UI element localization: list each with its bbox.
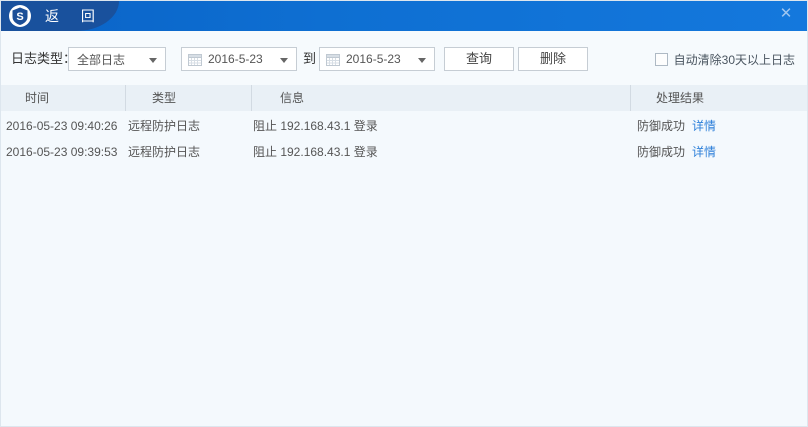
autoclean-checkbox[interactable] xyxy=(654,52,668,66)
cell-time: 2016-05-23 09:39:53 xyxy=(6,145,118,159)
log-type-label: 日志类型： xyxy=(11,51,77,66)
cell-result: 防御成功 详情 xyxy=(630,139,807,165)
table-header: 时间 类型 信息 处理结果 xyxy=(1,85,807,111)
chevron-down-icon xyxy=(149,58,157,63)
chevron-down-icon xyxy=(280,58,288,63)
chevron-down-icon xyxy=(418,58,426,63)
to-label: 到 xyxy=(303,51,317,66)
detail-link[interactable]: 详情 xyxy=(692,145,716,159)
close-icon[interactable]: ✕ xyxy=(773,1,799,27)
cell-info: 阻止 192.168.43.1 登录 xyxy=(253,119,378,133)
log-table: 时间 类型 信息 处理结果 2016-05-23 09:40:26 远程防护日志… xyxy=(1,85,807,165)
date-from-picker[interactable]: 2016-5-23 xyxy=(181,47,297,71)
column-header-type: 类型 xyxy=(125,85,251,111)
cell-result: 防御成功 详情 xyxy=(630,113,807,139)
date-to-picker[interactable]: 2016-5-23 xyxy=(319,47,435,71)
back-title[interactable]: 返 回 xyxy=(45,1,104,31)
table-row: 2016-05-23 09:39:53 远程防护日志 阻止 192.168.43… xyxy=(1,139,807,165)
detail-link[interactable]: 详情 xyxy=(692,119,716,133)
cell-time: 2016-05-23 09:40:26 xyxy=(6,119,118,133)
column-header-info: 信息 xyxy=(251,85,630,111)
cell-type: 远程防护日志 xyxy=(128,145,201,159)
delete-button[interactable]: 删除 xyxy=(518,47,588,71)
log-type-value: 全部日志 xyxy=(77,52,126,67)
column-header-time: 时间 xyxy=(25,91,50,105)
date-from-value: 2016-5-23 xyxy=(208,52,263,66)
log-type-select[interactable]: 全部日志 xyxy=(68,47,166,71)
autoclean-label: 自动清除30天以上日志 xyxy=(673,52,795,67)
calendar-icon xyxy=(326,53,340,66)
autoclean-toggle[interactable]: 自动清除30天以上日志 xyxy=(654,47,795,71)
table-row: 2016-05-23 09:40:26 远程防护日志 阻止 192.168.43… xyxy=(1,113,807,139)
query-button[interactable]: 查询 xyxy=(444,47,514,71)
filter-bar: 日志类型： 全部日志 2016-5-23 到 2016-5-23 查询 删除 自… xyxy=(1,31,807,85)
table-body: 2016-05-23 09:40:26 远程防护日志 阻止 192.168.43… xyxy=(1,111,807,165)
date-to-value: 2016-5-23 xyxy=(346,52,401,66)
log-viewer-window: S 返 回 ✕ 日志类型： 全部日志 2016-5-23 到 2016-5-23… xyxy=(0,0,808,427)
cell-info: 阻止 192.168.43.1 登录 xyxy=(253,145,378,159)
result-text: 防御成功 xyxy=(637,145,686,159)
result-text: 防御成功 xyxy=(637,119,686,133)
cell-type: 远程防护日志 xyxy=(128,119,201,133)
column-header-result: 处理结果 xyxy=(630,85,807,111)
logo-letter: S xyxy=(16,11,23,23)
calendar-icon xyxy=(188,53,202,66)
titlebar: S 返 回 ✕ xyxy=(1,1,807,31)
app-shield-logo-icon: S xyxy=(9,5,31,27)
